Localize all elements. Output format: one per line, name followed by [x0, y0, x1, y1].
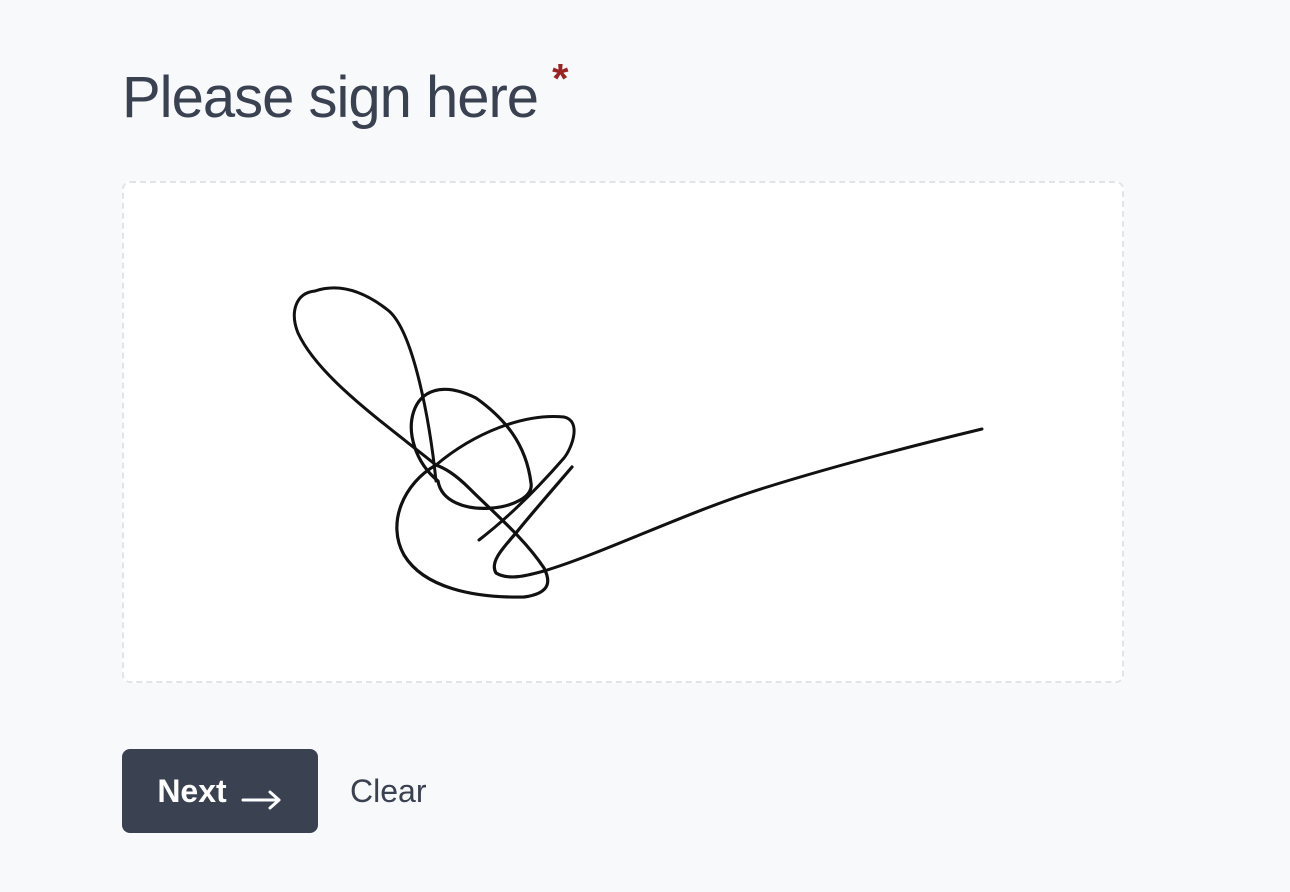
signature-drawing — [292, 286, 984, 599]
required-indicator: * — [552, 55, 569, 102]
clear-button[interactable]: Clear — [350, 773, 426, 810]
next-button-label: Next — [157, 772, 227, 809]
signature-pad[interactable] — [122, 181, 1124, 683]
page-title: Please sign here — [122, 65, 539, 130]
signature-stroke-oval — [395, 463, 550, 599]
arrow-right-icon — [241, 781, 283, 810]
signature-stroke-tail — [542, 427, 984, 573]
next-button[interactable]: Next — [122, 749, 318, 833]
signature-stroke-loop-tail — [292, 289, 438, 467]
form-actions: Next Clear — [122, 749, 426, 833]
question-header: Please sign here * — [122, 55, 568, 138]
